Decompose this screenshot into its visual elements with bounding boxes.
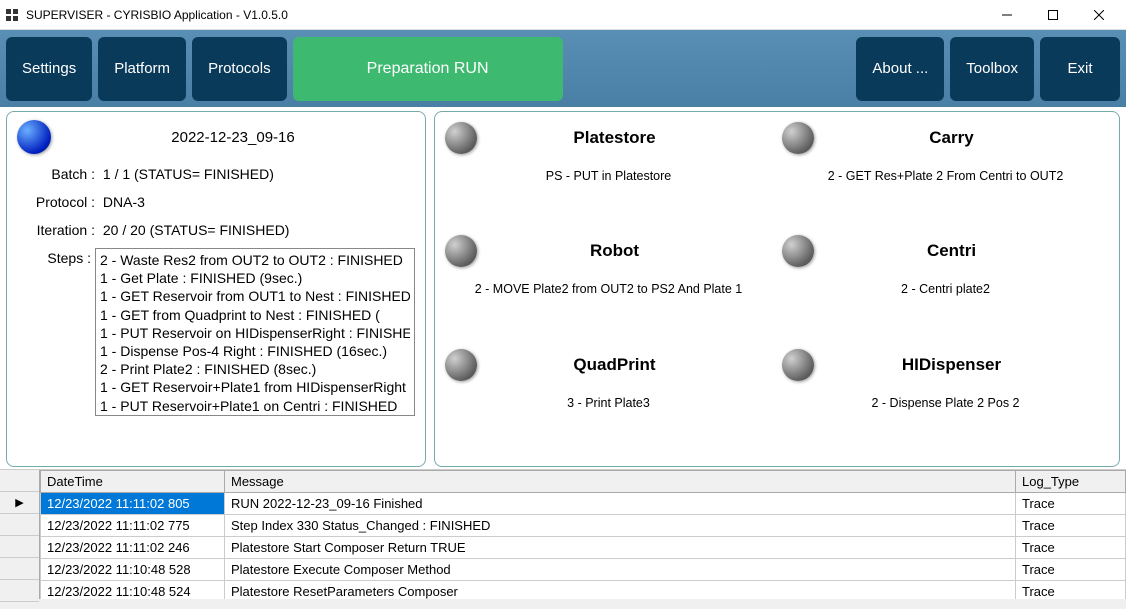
preparation-run-button[interactable]: Preparation RUN: [293, 37, 563, 101]
log-row[interactable]: 12/23/2022 11:10:48 528Platestore Execut…: [41, 559, 1126, 581]
module-status-orb: [782, 122, 814, 154]
log-row[interactable]: 12/23/2022 11:11:02 775Step Index 330 St…: [41, 515, 1126, 537]
window-title: SUPERVISER - CYRISBIO Application - V1.0…: [26, 8, 984, 22]
step-item[interactable]: 2 - Print Plate2 : FINISHED (8sec.): [100, 360, 410, 378]
module-status: 2 - GET Res+Plate 2 From Centri to OUT2: [782, 168, 1109, 184]
close-button[interactable]: [1076, 0, 1122, 30]
steps-list[interactable]: 2 - Waste Res2 from OUT2 to OUT2 : FINIS…: [95, 248, 415, 416]
run-status-orb: [17, 120, 51, 154]
module-title: QuadPrint: [489, 355, 772, 375]
module-status: 2 - MOVE Plate2 from OUT2 to PS2 And Pla…: [445, 281, 772, 297]
protocol-value: DNA-3: [103, 194, 145, 210]
step-item[interactable]: 1 - Dispense Pos-4 Right : FINISHED (16s…: [100, 342, 410, 360]
step-item[interactable]: 1 - Centri step : FINISHED (59sec.): [100, 415, 410, 416]
steps-label: Steps :: [17, 248, 91, 458]
run-title: 2022-12-23_09-16: [51, 129, 415, 146]
module-title: Centri: [826, 241, 1109, 261]
step-item[interactable]: 1 - GET Reservoir from OUT1 to Nest : FI…: [100, 287, 410, 305]
about-button[interactable]: About ...: [856, 37, 944, 101]
step-item[interactable]: 1 - GET from Quadprint to Nest : FINISHE…: [100, 306, 410, 324]
log-row[interactable]: 12/23/2022 11:11:02 805RUN 2022-12-23_09…: [41, 493, 1126, 515]
exit-button[interactable]: Exit: [1040, 37, 1120, 101]
module-carry: Carry 2 - GET Res+Plate 2 From Centri to…: [782, 122, 1109, 229]
module-title: Carry: [826, 128, 1109, 148]
step-item[interactable]: 2 - Waste Res2 from OUT2 to OUT2 : FINIS…: [100, 251, 410, 269]
module-platestore: Platestore PS - PUT in Platestore: [445, 122, 772, 229]
settings-button[interactable]: Settings: [6, 37, 92, 101]
log-row[interactable]: 12/23/2022 11:11:02 246Platestore Start …: [41, 537, 1126, 559]
titlebar: SUPERVISER - CYRISBIO Application - V1.0…: [0, 0, 1126, 30]
module-robot: Robot 2 - MOVE Plate2 from OUT2 to PS2 A…: [445, 235, 772, 342]
module-hidispenser: HIDispenser 2 - Dispense Plate 2 Pos 2: [782, 349, 1109, 456]
module-status: 2 - Centri plate2: [782, 281, 1109, 297]
module-title: HIDispenser: [826, 355, 1109, 375]
module-centri: Centri 2 - Centri plate2: [782, 235, 1109, 342]
module-status: PS - PUT in Platestore: [445, 168, 772, 184]
batch-label: Batch :: [21, 166, 95, 182]
module-status-orb: [782, 235, 814, 267]
toolbar: Settings Platform Protocols Preparation …: [0, 30, 1126, 107]
iteration-value: 20 / 20 (STATUS= FINISHED): [103, 222, 290, 238]
iteration-label: Iteration :: [21, 222, 95, 238]
toolbox-button[interactable]: Toolbox: [950, 37, 1034, 101]
protocol-label: Protocol :: [21, 194, 95, 210]
module-quadprint: QuadPrint 3 - Print Plate3: [445, 349, 772, 456]
module-title: Robot: [489, 241, 772, 261]
module-status-orb: [445, 122, 477, 154]
module-status: 3 - Print Plate3: [445, 395, 772, 411]
module-status-orb: [445, 349, 477, 381]
log-row[interactable]: 12/23/2022 11:10:48 524Platestore ResetP…: [41, 581, 1126, 600]
log-header-logtype[interactable]: Log_Type: [1016, 471, 1126, 493]
log-header-datetime[interactable]: DateTime: [41, 471, 225, 493]
protocols-button[interactable]: Protocols: [192, 37, 287, 101]
run-panel: 2022-12-23_09-16 Batch : 1 / 1 (STATUS= …: [6, 111, 426, 467]
platform-button[interactable]: Platform: [98, 37, 186, 101]
step-item[interactable]: 1 - PUT Reservoir on HIDispenserRight : …: [100, 324, 410, 342]
modules-panel: Platestore PS - PUT in Platestore Carry …: [434, 111, 1120, 467]
maximize-button[interactable]: [1030, 0, 1076, 30]
batch-value: 1 / 1 (STATUS= FINISHED): [103, 166, 274, 182]
module-status-orb: [445, 235, 477, 267]
module-title: Platestore: [489, 128, 772, 148]
module-status: 2 - Dispense Plate 2 Pos 2: [782, 395, 1109, 411]
minimize-button[interactable]: [984, 0, 1030, 30]
log-grid[interactable]: ▶ DateTime Message Log_Type 12/23/2022 1…: [0, 469, 1126, 599]
app-icon: [4, 7, 20, 23]
step-item[interactable]: 1 - Get Plate : FINISHED (9sec.): [100, 269, 410, 287]
log-header-message[interactable]: Message: [225, 471, 1016, 493]
module-status-orb: [782, 349, 814, 381]
step-item[interactable]: 1 - PUT Reservoir+Plate1 on Centri : FIN…: [100, 397, 410, 415]
step-item[interactable]: 1 - GET Reservoir+Plate1 from HIDispense…: [100, 378, 410, 396]
